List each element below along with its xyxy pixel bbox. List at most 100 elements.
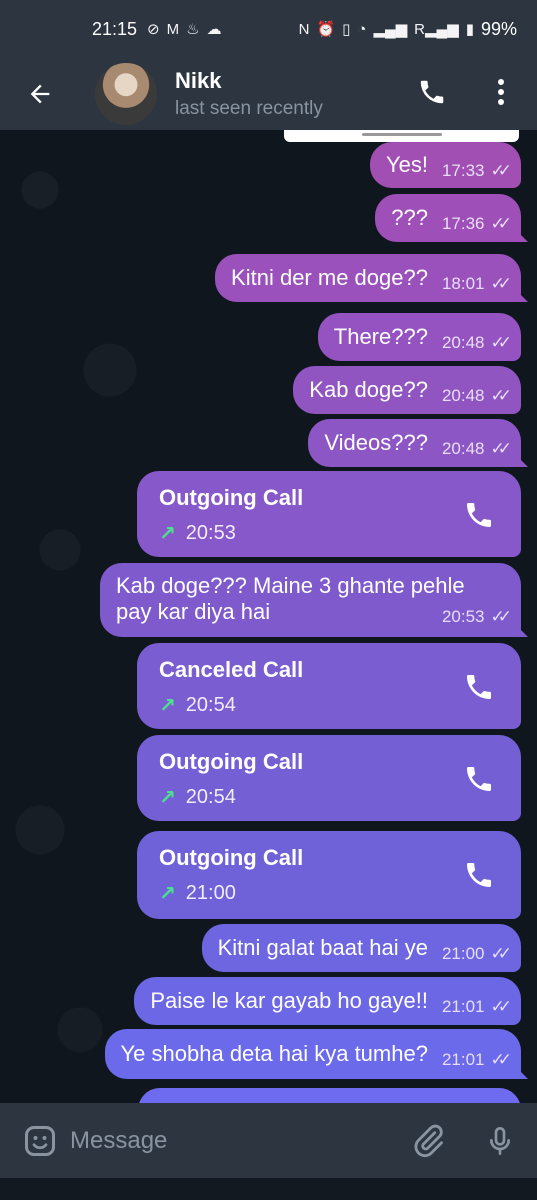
message-bubble[interactable]: Kitni galat baat hai ye 21:00 ✓✓ xyxy=(201,924,521,972)
message-composer: Message xyxy=(0,1103,537,1178)
call-time: 21:00 xyxy=(185,882,236,904)
outgoing-arrow-icon: ↗ xyxy=(159,787,176,809)
more-menu-button[interactable] xyxy=(486,72,516,112)
call-bubble[interactable]: Outgoing Call ↗ 20:53 xyxy=(137,471,521,557)
message-text: ??? xyxy=(391,205,428,230)
call-bubble[interactable]: Outgoing Call ↗ 21:00 xyxy=(137,831,521,919)
message-meta: 17:33 ✓✓ xyxy=(441,161,512,181)
message-meta: 20:48 ✓✓ xyxy=(441,439,512,459)
call-bubble[interactable]: Canceled Call ↗ 20:54 xyxy=(137,643,521,729)
message-text: Kab doge??? Maine 3 ghante pehle xyxy=(116,573,465,598)
message-bubble[interactable]: Kitni der me doge?? 18:01 ✓✓ xyxy=(215,254,521,302)
message-text: Videos??? xyxy=(324,430,428,455)
message-bubble[interactable]: Paise le kar gayab ho gaye!! 21:01 ✓✓ xyxy=(134,977,521,1025)
phone-icon[interactable] xyxy=(463,671,495,703)
message-time: 20:53 xyxy=(441,607,485,626)
message-time: 21:01 xyxy=(441,1050,485,1069)
nfc-icon: N xyxy=(298,20,310,38)
call-time: 20:54 xyxy=(185,694,236,716)
back-button[interactable] xyxy=(0,58,80,130)
message-time: 20:48 xyxy=(441,333,485,352)
check-circle-icon: ⊘ xyxy=(147,21,160,38)
vibrate-icon: ▯ xyxy=(342,21,351,38)
outgoing-arrow-icon: ↗ xyxy=(159,695,176,717)
microphone-icon[interactable] xyxy=(484,1121,516,1161)
phone-icon[interactable] xyxy=(463,859,495,891)
message-time: 18:01 xyxy=(441,274,485,293)
message-bubble[interactable]: There??? 20:48 ✓✓ xyxy=(317,313,521,361)
last-seen-status: last seen recently xyxy=(175,98,323,119)
roaming-label: R xyxy=(414,21,425,38)
message-time: 20:48 xyxy=(441,439,485,458)
double-check-icon: ✓✓ xyxy=(490,386,512,405)
message-meta: 20:48 ✓✓ xyxy=(441,386,512,406)
message-text: Kab doge?? xyxy=(309,377,428,402)
status-time: 21:15 xyxy=(92,18,138,39)
cloud-icon: ☁ xyxy=(206,21,222,38)
phone-icon xyxy=(420,80,444,104)
more-vertical-icon xyxy=(498,79,504,105)
double-check-icon: ✓✓ xyxy=(490,274,512,293)
message-text: Kitni der me doge?? xyxy=(231,265,428,290)
outgoing-arrow-icon: ↗ xyxy=(159,883,176,905)
double-check-icon: ✓✓ xyxy=(490,607,512,626)
message-meta: 21:01 ✓✓ xyxy=(441,1050,512,1070)
paperclip-icon[interactable] xyxy=(410,1121,446,1161)
call-bubble[interactable]: Outgoing Call ↗ 20:54 xyxy=(137,735,521,821)
message-input[interactable]: Message xyxy=(70,1127,167,1155)
message-meta: 20:48 ✓✓ xyxy=(441,333,512,353)
arrow-left-icon xyxy=(30,84,50,104)
message-meta: 21:01 ✓✓ xyxy=(441,997,512,1017)
double-check-icon: ✓✓ xyxy=(490,439,512,458)
double-check-icon: ✓✓ xyxy=(490,161,512,180)
double-check-icon: ✓✓ xyxy=(490,997,512,1016)
message-text: Kitni galat baat hai ye xyxy=(217,935,428,960)
alarm-icon: ⏰ xyxy=(316,21,336,38)
signal-icon: ▂▄▆ xyxy=(373,21,408,38)
message-text: Yes! xyxy=(385,152,428,177)
contact-info[interactable]: Nikk last seen recently xyxy=(175,68,323,120)
message-time: 21:00 xyxy=(441,944,485,963)
message-time: 20:48 xyxy=(441,386,485,405)
wifi-icon: ◔ xyxy=(357,20,367,38)
call-title: Canceled Call xyxy=(159,657,304,682)
message-time: 21:01 xyxy=(441,997,485,1016)
double-check-icon: ✓✓ xyxy=(490,944,512,963)
call-title: Outgoing Call xyxy=(159,845,304,870)
media-bubble-partial xyxy=(284,130,519,142)
message-bubble[interactable]: Kab doge?? 20:48 ✓✓ xyxy=(293,366,521,414)
battery-percent: 99% xyxy=(480,18,517,39)
message-list[interactable]: Yes! 17:33 ✓✓ ??? 17:36 ✓✓ Kitni der me do… xyxy=(0,130,537,1103)
message-bubble[interactable]: Videos??? 20:48 ✓✓ xyxy=(308,419,521,467)
gmail-icon: M xyxy=(166,20,180,38)
call-title: Outgoing Call xyxy=(159,485,304,510)
outgoing-arrow-icon: ↗ xyxy=(159,523,176,545)
status-bar: 21:15 ⊘ M ♨ ☁ N ⏰ ▯ ◔ ▂▄▆ R▂▄▆ ▮ 99% xyxy=(0,0,537,58)
message-bubble[interactable]: Yes! 17:33 ✓✓ xyxy=(369,142,521,188)
message-bubble-partial xyxy=(138,1088,521,1103)
call-time: 20:53 xyxy=(185,522,236,544)
message-time: 17:33 xyxy=(441,161,485,180)
call-button[interactable] xyxy=(412,72,452,112)
message-text: Ye shobha deta hai kya tumhe? xyxy=(120,1041,428,1066)
message-time: 17:36 xyxy=(441,214,485,233)
phone-icon[interactable] xyxy=(463,499,495,531)
battery-icon: ▮ xyxy=(465,21,474,38)
message-bubble[interactable]: Ye shobha deta hai kya tumhe? 21:01 ✓✓ xyxy=(104,1029,521,1079)
message-text: There??? xyxy=(333,324,428,349)
system-nav-bar xyxy=(0,1178,537,1200)
chat-header: Nikk last seen recently xyxy=(0,58,537,130)
message-meta: 17:36 ✓✓ xyxy=(441,214,512,234)
double-check-icon: ✓✓ xyxy=(490,1050,512,1069)
sticker-emoji-icon[interactable] xyxy=(22,1123,58,1159)
message-text: Paise le kar gayab ho gaye!! xyxy=(150,988,428,1013)
message-bubble[interactable]: Kab doge??? Maine 3 ghante pehle pay kar… xyxy=(100,563,521,637)
message-bubble[interactable]: ??? 17:36 ✓✓ xyxy=(375,194,521,242)
contact-name: Nikk xyxy=(175,68,222,93)
call-time: 20:54 xyxy=(185,786,236,808)
call-title: Outgoing Call xyxy=(159,749,304,774)
roaming-signal-icon: R▂▄▆ xyxy=(414,21,459,38)
phone-icon[interactable] xyxy=(463,763,495,795)
avatar[interactable] xyxy=(95,63,157,125)
message-meta: 18:01 ✓✓ xyxy=(441,274,512,294)
